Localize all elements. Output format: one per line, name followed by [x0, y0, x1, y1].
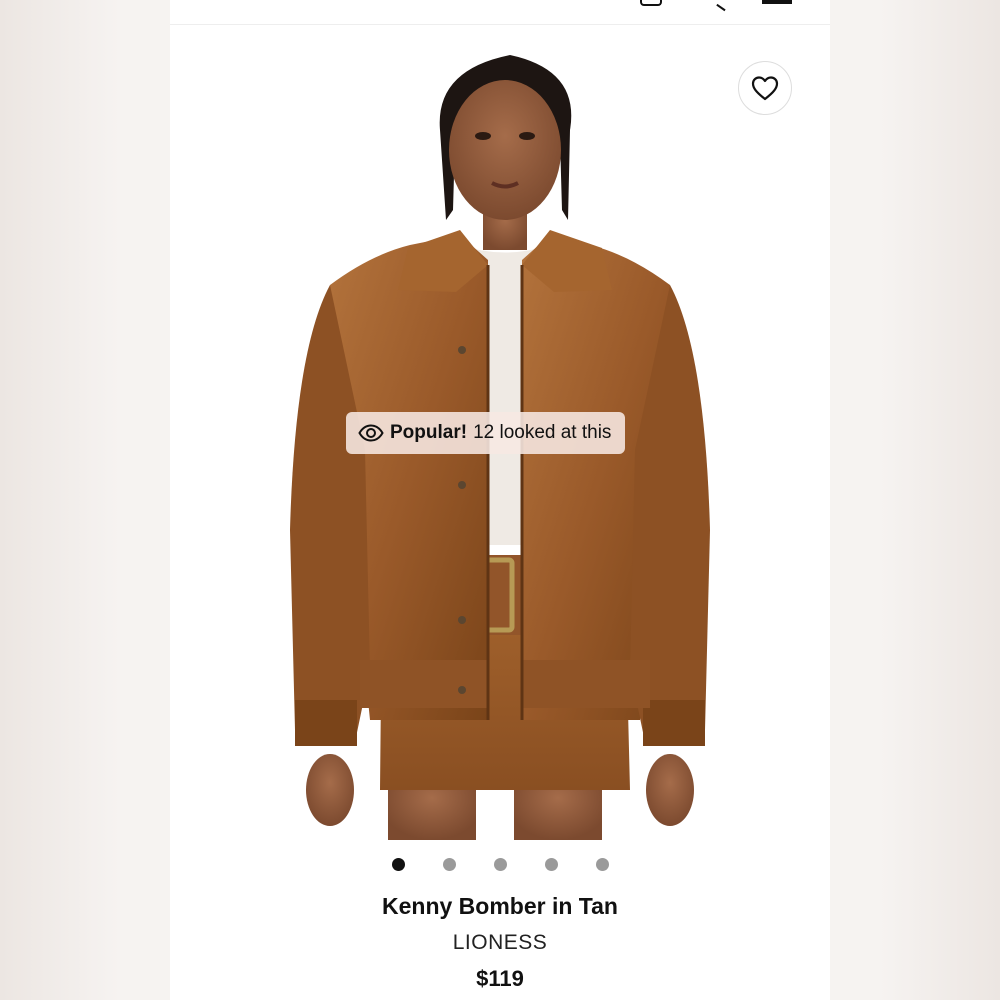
- popular-badge: Popular! 12 looked at this: [346, 412, 626, 454]
- menu-icon[interactable]: [762, 0, 792, 4]
- eye-icon: [358, 424, 384, 442]
- carousel-dot-5[interactable]: [595, 858, 609, 871]
- popular-label: Popular!: [390, 422, 468, 443]
- carousel-dot-4[interactable]: [544, 858, 558, 871]
- carousel-dot-2[interactable]: [442, 858, 456, 871]
- popular-count-text: 12 looked at this: [473, 422, 612, 443]
- heart-icon: [751, 76, 779, 101]
- product-screen: Popular! 12 looked at this Kenny Bomber …: [170, 0, 830, 1000]
- account-icon[interactable]: [640, 0, 662, 6]
- top-header: [170, 0, 830, 25]
- product-image-gallery[interactable]: Popular! 12 looked at this: [170, 30, 830, 840]
- wishlist-button[interactable]: [738, 61, 792, 115]
- carousel-dot-3[interactable]: [493, 858, 507, 871]
- search-icon[interactable]: [716, 0, 728, 12]
- carousel-dot-1[interactable]: [391, 858, 405, 871]
- product-brand[interactable]: LIONESS: [170, 931, 830, 955]
- carousel-dots: [170, 858, 830, 874]
- product-title: Kenny Bomber in Tan: [382, 893, 618, 919]
- product-price: $119: [476, 966, 524, 991]
